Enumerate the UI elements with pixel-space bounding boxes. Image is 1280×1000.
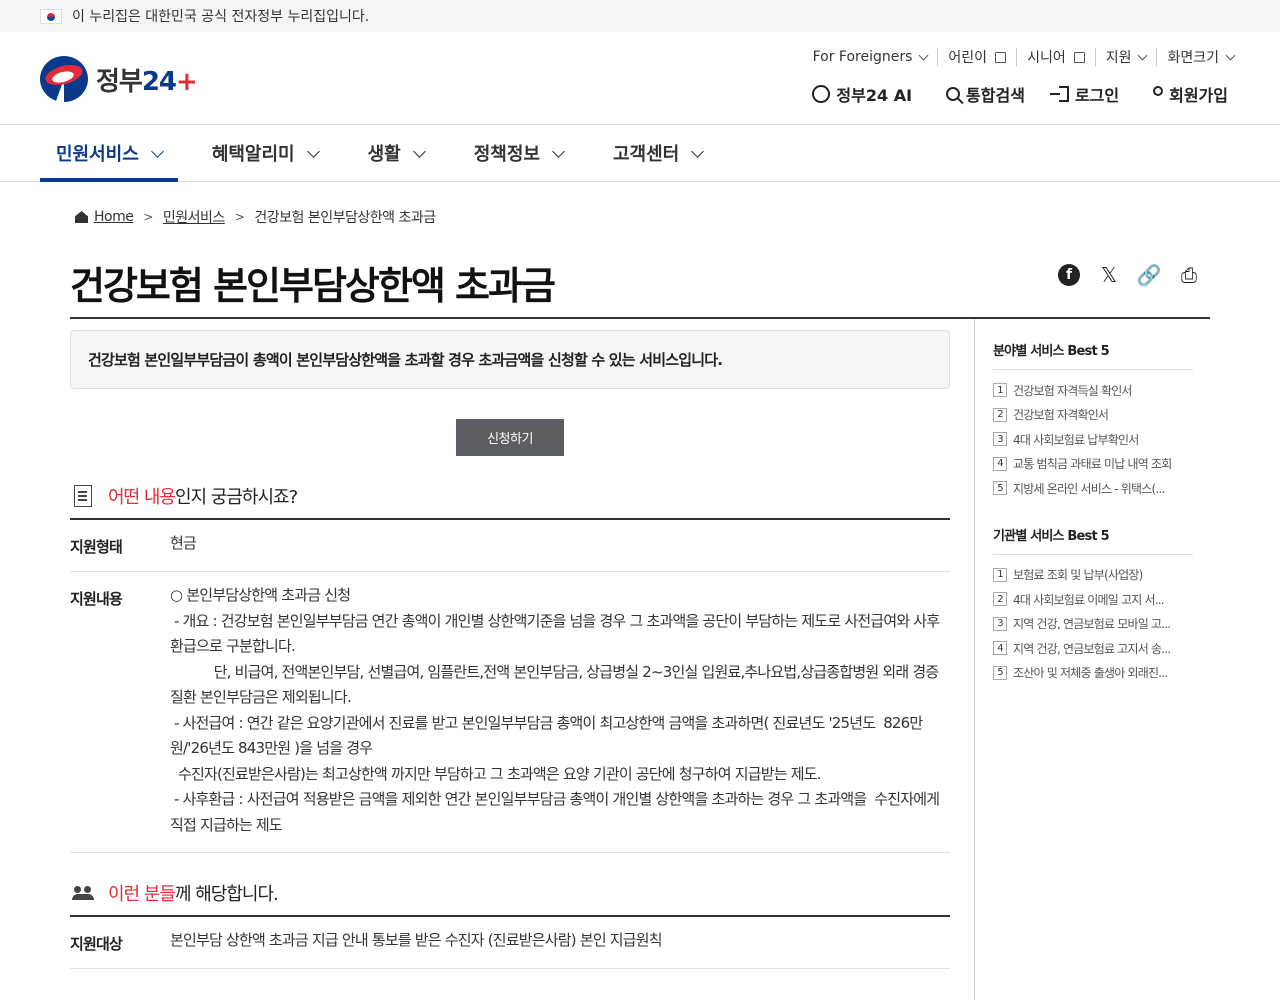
breadcrumb-current: 건강보험 본인부담상한액 초과금 — [254, 210, 436, 226]
info-row: 지원내용 ○ 본인부담상한액 초과금 신청 - 개요 : 건강보험 본인일부부담… — [70, 572, 950, 853]
gov-banner-text: 이 누리집은 대한민국 공식 전자정부 누리집입니다. — [72, 9, 370, 25]
chevron-down-icon — [306, 144, 320, 158]
korea-flag-icon — [40, 8, 62, 24]
sidebar: 분야별 서비스 Best 5 1 건강보험 자격득실 확인서 2 건강보험 자격확인… — [993, 340, 1193, 709]
logo-plus: + — [176, 66, 198, 97]
list-item[interactable]: 1 보험료 조회 및 납부(사업장) — [993, 563, 1193, 588]
chevron-down-icon — [552, 144, 565, 158]
breadcrumb-civil-service[interactable]: 민원서비스 — [163, 207, 225, 227]
external-link-icon — [995, 51, 1007, 63]
field-best-title: 분야별 서비스 Best 5 — [993, 340, 1193, 370]
chevron-down-icon — [412, 144, 426, 158]
row-value: ○ 본인부담상한액 초과금 신청 - 개요 : 건강보험 본인일부부담금 연간 … — [170, 586, 940, 834]
share-tools: f 𝕏 🔗 ⎙ — [1058, 263, 1200, 287]
logo-num: 24 — [141, 66, 177, 97]
gnb-life[interactable]: 생활 — [352, 125, 440, 181]
row-value: 현금 — [170, 534, 197, 552]
field-best-list: 1 건강보험 자격득실 확인서 2 건강보험 자격확인서 3 4대 사회보험료 납부확… — [993, 378, 1193, 501]
agency-best-list: 1 보험료 조회 및 납부(사업장) 2 4대 사회보험료 이메일 고지 서... … — [993, 563, 1193, 686]
senior-link[interactable]: 시니어 — [1017, 48, 1096, 66]
utility-menu-top: For Foreigners 어린이 시니어 지원 화면크기 — [803, 48, 1236, 66]
list-item[interactable]: 5 조산아 및 저체중 출생아 외래진... — [993, 661, 1193, 686]
document-icon — [74, 485, 92, 507]
global-nav: 민원서비스 혜택알리미 생활 정책정보 고객센터 — [0, 125, 1280, 182]
people-icon — [72, 886, 94, 900]
gnb-benefit-alert[interactable]: 혜택알리미 — [196, 125, 334, 181]
utility-menu-bottom: 정부24 AI 통합검색 로그인 회원가입 — [812, 82, 1228, 106]
agency-best-title: 기관별 서비스 Best 5 — [993, 525, 1193, 555]
list-item[interactable]: 3 지역 건강, 연금보험료 모바일 고... — [993, 612, 1193, 637]
row-key: 지원형태 — [70, 538, 123, 556]
breadcrumb: Home > 민원서비스 > 건강보험 본인부담상한액 초과금 — [75, 207, 436, 227]
gov24-logo[interactable]: 정부24+ — [40, 56, 198, 102]
list-item[interactable]: 2 건강보험 자격확인서 — [993, 403, 1193, 428]
apply-button[interactable]: 신청하기 — [456, 419, 564, 456]
row-key: 지원대상 — [70, 935, 123, 953]
info-row: 지원대상 본인부담 상한액 초과금 지급 안내 통보를 받은 수진자 (진료받은… — [70, 917, 950, 969]
page-title: 건강보험 본인부담상한액 초과금 — [70, 264, 556, 308]
chevron-down-icon — [150, 144, 164, 158]
integrated-search-button[interactable]: 통합검색 — [946, 82, 1025, 106]
print-icon[interactable]: ⎙ — [1178, 263, 1200, 287]
chevron-down-icon — [918, 50, 929, 60]
gnb-civil-service[interactable]: 민원서비스 — [40, 125, 178, 182]
list-item[interactable]: 4 지역 건강, 연금보험료 고지서 송... — [993, 636, 1193, 661]
chevron-right-icon: > — [143, 210, 153, 224]
gov-banner: 이 누리집은 대한민국 공식 전자정부 누리집입니다. — [0, 0, 1280, 32]
list-item[interactable]: 4 교통 범칙금 과태료 미납 내역 조회 — [993, 452, 1193, 477]
info-row: 지원형태 현금 — [70, 520, 950, 572]
breadcrumb-home[interactable]: Home — [94, 209, 134, 225]
home-icon — [75, 211, 88, 223]
section-heading-target: 이런 분들 께 해당합니다. — [70, 871, 950, 917]
join-button[interactable]: 회원가입 — [1153, 82, 1228, 106]
display-size-menu[interactable]: 화면크기 — [1157, 48, 1236, 66]
list-item[interactable]: 3 4대 사회보험료 납부확인서 — [993, 427, 1193, 452]
kids-link[interactable]: 어린이 — [938, 48, 1018, 66]
section-heading-content: 어떤 내용 인지 궁금하시죠? — [70, 474, 950, 520]
user-plus-icon — [1153, 86, 1164, 96]
chevron-right-icon: > — [234, 210, 245, 224]
list-item[interactable]: 1 건강보험 자격득실 확인서 — [993, 378, 1193, 403]
search-icon — [946, 87, 961, 101]
support-menu[interactable]: 지원 — [1096, 48, 1158, 66]
gov24-ai-button[interactable]: 정부24 AI — [812, 82, 912, 106]
main-content: 건강보험 본인일부부담금이 총액이 본인부담상한액을 초과할 경우 초과금액을 … — [70, 319, 950, 969]
gnb-customer-center[interactable]: 고객센터 — [597, 125, 718, 181]
logo-text: 정부 — [96, 66, 143, 97]
ai-bot-icon — [812, 85, 831, 103]
facebook-icon[interactable]: f — [1058, 264, 1080, 286]
for-foreigners-menu[interactable]: For Foreigners — [803, 48, 939, 66]
header: 정부24+ For Foreigners 어린이 시니어 지원 화면크기 정부2… — [0, 32, 1280, 125]
list-item[interactable]: 5 지방세 온라인 서비스 - 위택스(... — [993, 476, 1193, 501]
login-icon — [1049, 86, 1069, 102]
x-twitter-icon[interactable]: 𝕏 — [1098, 263, 1120, 287]
gnb-policy-info[interactable]: 정책정보 — [458, 125, 579, 181]
link-copy-icon[interactable]: 🔗 — [1137, 263, 1162, 287]
list-item[interactable]: 2 4대 사회보험료 이메일 고지 서... — [993, 587, 1193, 612]
row-value: 본인부담 상한액 초과금 지급 안내 통보를 받은 수진자 (진료받은사람) 본… — [170, 931, 663, 949]
chevron-down-icon — [1225, 50, 1236, 60]
service-summary: 건강보험 본인일부부담금이 총액이 본인부담상한액을 초과할 경우 초과금액을 … — [70, 330, 950, 389]
login-button[interactable]: 로그인 — [1049, 82, 1119, 106]
chevron-down-icon — [691, 144, 705, 158]
chevron-down-icon — [1138, 50, 1148, 60]
external-link-icon — [1073, 51, 1085, 63]
sidebar-divider — [974, 319, 975, 1000]
row-key: 지원내용 — [70, 590, 123, 608]
taegeuk-logo-icon — [40, 56, 88, 102]
